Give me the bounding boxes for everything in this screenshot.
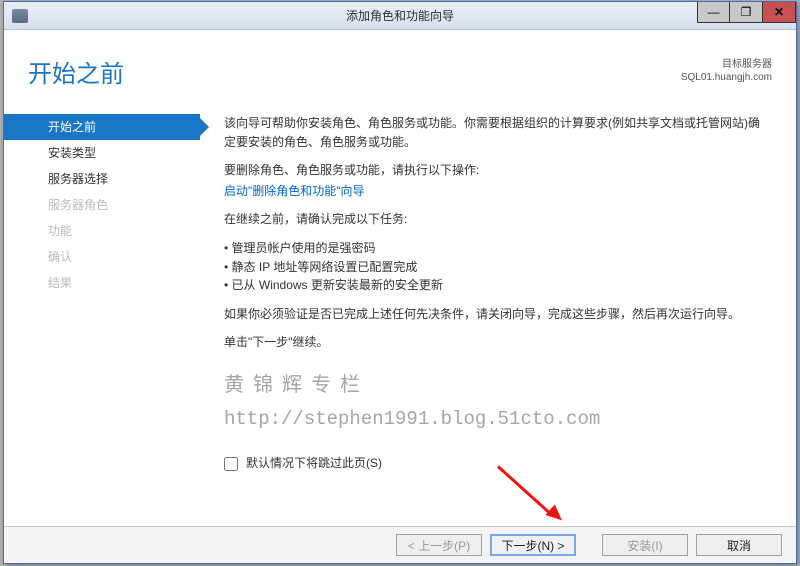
skip-page-checkbox[interactable] — [224, 457, 238, 471]
target-server-label: 目标服务器 — [681, 58, 772, 71]
previous-button: < 上一步(P) — [396, 534, 482, 556]
header: 开始之前 目标服务器 SQL01.huangjh.com — [28, 54, 772, 94]
skip-page-label: 默认情况下将跳过此页(S) — [246, 454, 382, 473]
remove-label: 要删除角色、角色服务或功能，请执行以下操作: — [224, 161, 768, 180]
sidebar-item-server-selection[interactable]: 服务器选择 — [4, 166, 200, 192]
wizard-window: 添加角色和功能向导 — ❐ ✕ 开始之前 目标服务器 SQL01.huangjh… — [3, 1, 797, 564]
prereq-list: 管理员帐户使用的是强密码 静态 IP 地址等网络设置已配置完成 已从 Windo… — [224, 239, 768, 295]
window-title: 添加角色和功能向导 — [346, 7, 454, 24]
watermark-title: 黄 锦 辉 专 栏 — [224, 370, 768, 401]
page-title: 开始之前 — [28, 54, 124, 89]
target-server-value: SQL01.huangjh.com — [681, 71, 772, 84]
sidebar-item-features: 功能 — [4, 218, 200, 244]
window-controls: — ❐ ✕ — [697, 2, 796, 23]
next-button[interactable]: 下一步(N) > — [490, 534, 576, 556]
verify-text: 如果你必须验证是否已完成上述任何先决条件，请关闭向导，完成这些步骤，然后再次运行… — [224, 305, 768, 324]
sidebar-item-confirmation: 确认 — [4, 244, 200, 270]
prereq-label: 在继续之前，请确认完成以下任务: — [224, 210, 768, 229]
close-button[interactable]: ✕ — [763, 2, 796, 23]
target-server-block: 目标服务器 SQL01.huangjh.com — [681, 58, 772, 84]
prereq-item: 已从 Windows 更新安装最新的安全更新 — [224, 276, 768, 295]
sidebar-item-installation-type[interactable]: 安装类型 — [4, 140, 200, 166]
prereq-item: 静态 IP 地址等网络设置已配置完成 — [224, 258, 768, 277]
footer-bar: < 上一步(P) 下一步(N) > 安装(I) 取消 — [4, 526, 796, 563]
skip-page-row: 默认情况下将跳过此页(S) — [224, 454, 768, 473]
intro-text: 该向导可帮助你安装角色、角色服务或功能。你需要根据组织的计算要求(例如共享文档或… — [224, 114, 768, 151]
main-panel: 该向导可帮助你安装角色、角色服务或功能。你需要根据组织的计算要求(例如共享文档或… — [200, 30, 796, 528]
maximize-button[interactable]: ❐ — [730, 2, 763, 23]
next-hint: 单击"下一步"继续。 — [224, 333, 768, 352]
watermark-url: http://stephen1991.blog.51cto.com — [224, 405, 768, 434]
prereq-item: 管理员帐户使用的是强密码 — [224, 239, 768, 258]
sidebar: 开始之前 安装类型 服务器选择 服务器角色 功能 确认 结果 — [4, 30, 200, 528]
content-area: 开始之前 安装类型 服务器选择 服务器角色 功能 确认 结果 该向导可帮助你安装… — [4, 30, 796, 528]
install-button: 安装(I) — [602, 534, 688, 556]
sidebar-item-server-roles: 服务器角色 — [4, 192, 200, 218]
cancel-button[interactable]: 取消 — [696, 534, 782, 556]
window-icon — [12, 9, 28, 23]
minimize-button[interactable]: — — [697, 2, 730, 23]
sidebar-item-before-you-begin[interactable]: 开始之前 — [4, 114, 200, 140]
sidebar-item-results: 结果 — [4, 270, 200, 296]
title-bar[interactable]: 添加角色和功能向导 — ❐ ✕ — [4, 2, 796, 30]
remove-roles-link[interactable]: 启动"删除角色和功能"向导 — [224, 184, 365, 198]
